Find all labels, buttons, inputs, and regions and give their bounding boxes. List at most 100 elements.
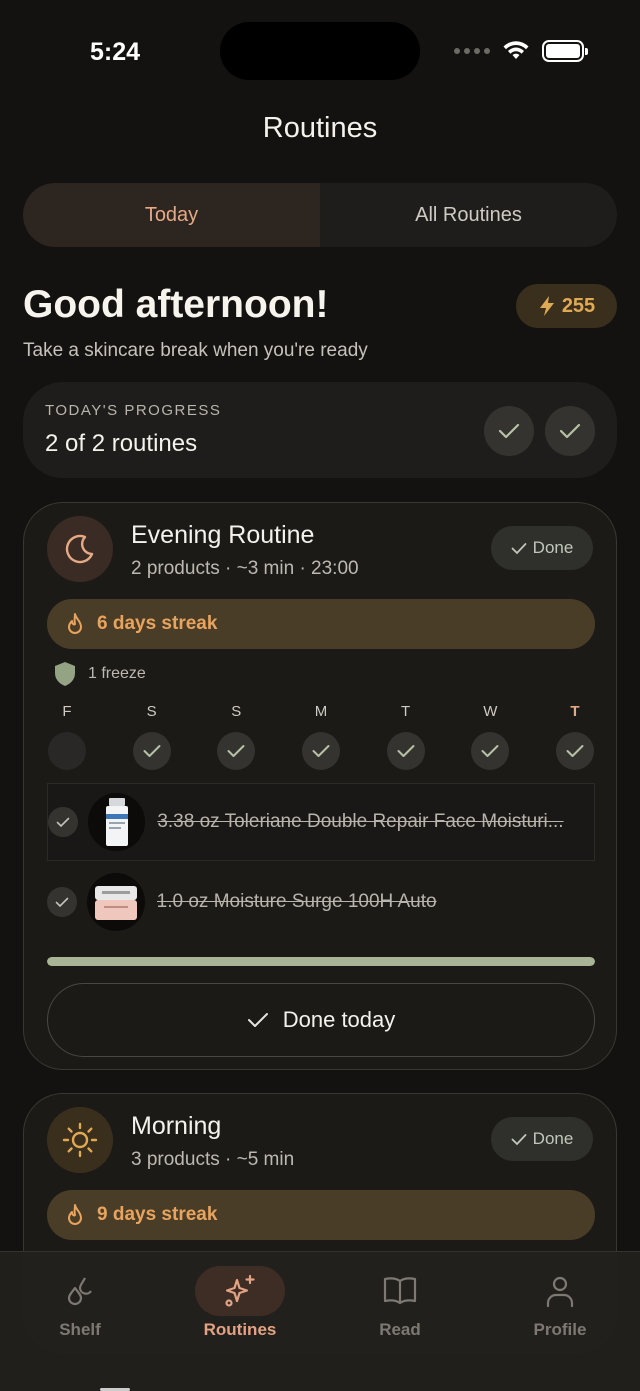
done-badge: Done (491, 1117, 593, 1161)
check-icon (511, 1133, 527, 1145)
sparkles-icon (195, 1266, 285, 1316)
tab-shelf[interactable]: Shelf (0, 1252, 160, 1391)
week-day: T (555, 703, 595, 770)
routine-title: Evening Routine (131, 521, 315, 549)
check-icon (559, 423, 581, 439)
dynamic-island (220, 22, 420, 80)
person-icon (515, 1266, 605, 1316)
points-value: 255 (561, 294, 596, 317)
week-tracker: FSSMTWT (47, 703, 595, 770)
moon-icon (47, 516, 113, 582)
tab-label: Profile (533, 1320, 587, 1339)
done-badge-label: Done (532, 1129, 574, 1148)
check-icon (247, 1013, 268, 1027)
check-icon (511, 542, 527, 554)
check-icon (566, 745, 584, 757)
progress-check-1 (484, 406, 534, 456)
evening-routine-card[interactable]: Evening Routine 2 products · ~3 min · 23… (23, 502, 617, 1070)
tab-all-routines[interactable]: All Routines (320, 183, 617, 247)
segmented-control: Today All Routines (23, 183, 617, 247)
check-icon (498, 423, 520, 439)
week-day-check (132, 732, 171, 770)
week-day-label: T (570, 703, 580, 720)
done-today-label: Done today (282, 1007, 396, 1032)
routine-meta: 2 products · ~3 min · 23:00 (131, 558, 359, 579)
greeting-subtitle: Take a skincare break when you're ready (23, 340, 368, 361)
product-name: 3.38 oz Toleriane Double Repair Face Moi… (157, 811, 564, 832)
check-icon (397, 745, 415, 757)
week-day-label: S (146, 703, 157, 720)
streak-label: 6 days streak (97, 613, 218, 634)
product-image-toleriane (87, 793, 146, 851)
routine-title: Morning (131, 1112, 222, 1140)
week-day-check (217, 732, 256, 770)
product-name: 1.0 oz Moisture Surge 100H Auto (156, 891, 437, 912)
wifi-icon (503, 41, 529, 59)
week-day: W (470, 703, 510, 770)
progress-label: TODAY'S PROGRESS (45, 402, 222, 419)
freeze-info: 1 freeze (54, 661, 146, 687)
week-day-label: M (314, 703, 328, 720)
status-icons (454, 40, 588, 62)
tab-routines[interactable]: Routines (160, 1252, 320, 1391)
drops-icon (35, 1266, 125, 1316)
tab-label: Read (379, 1320, 421, 1339)
week-day-check (301, 732, 340, 770)
week-day-label: F (62, 703, 72, 720)
routine-progress-bar (47, 957, 595, 966)
week-day: S (132, 703, 172, 770)
week-day: F (47, 703, 87, 770)
freeze-label: 1 freeze (88, 665, 146, 682)
streak-banner: 6 days streak (47, 599, 595, 649)
tab-label: Routines (203, 1320, 277, 1339)
product-checkbox[interactable] (48, 807, 78, 837)
check-icon (227, 745, 245, 757)
done-today-button[interactable]: Done today (47, 983, 595, 1057)
book-icon (355, 1266, 445, 1316)
done-badge: Done (491, 526, 593, 570)
week-day-check (471, 732, 510, 770)
shield-icon (55, 662, 75, 686)
tab-read[interactable]: Read (320, 1252, 480, 1391)
product-row[interactable]: 3.38 oz Toleriane Double Repair Face Moi… (47, 783, 595, 861)
tab-bar: Shelf Routines Read Profile (0, 1251, 640, 1391)
signal-icon (454, 48, 490, 54)
check-icon (56, 817, 70, 827)
week-day-empty (48, 732, 86, 770)
product-row[interactable]: 1.0 oz Moisture Surge 100H Auto (47, 863, 595, 941)
streak-banner: 9 days streak (47, 1190, 595, 1240)
status-bar: 5:24 (0, 0, 640, 100)
routine-meta: 3 products · ~5 min (131, 1149, 295, 1170)
week-day-check (555, 732, 594, 770)
check-icon (143, 745, 161, 757)
points-badge[interactable]: 255 (516, 284, 617, 328)
week-day: S (216, 703, 256, 770)
done-badge-label: Done (532, 538, 574, 557)
check-icon (312, 745, 330, 757)
product-image-moisture-surge (86, 873, 145, 931)
week-day-label: T (401, 703, 411, 720)
sun-icon (47, 1107, 113, 1173)
status-time: 5:24 (90, 38, 141, 66)
check-icon (55, 897, 69, 907)
routine-progress-fill (47, 957, 595, 966)
tab-profile[interactable]: Profile (480, 1252, 640, 1391)
page-title: Routines (262, 112, 378, 144)
flame-icon (68, 1204, 82, 1225)
week-day-label: S (231, 703, 242, 720)
week-day-label: W (483, 703, 498, 720)
check-icon (481, 745, 499, 757)
flame-icon (68, 613, 82, 634)
tab-label: Shelf (59, 1320, 101, 1339)
streak-label: 9 days streak (97, 1204, 218, 1225)
week-day-check (386, 732, 425, 770)
battery-icon (542, 40, 588, 62)
week-day: M (301, 703, 341, 770)
product-checkbox[interactable] (47, 887, 77, 917)
tab-today[interactable]: Today (23, 183, 320, 247)
bolt-icon (539, 296, 554, 316)
progress-card: TODAY'S PROGRESS 2 of 2 routines (23, 382, 617, 478)
greeting-title: Good afternoon! (23, 283, 329, 326)
week-day: T (386, 703, 426, 770)
progress-value: 2 of 2 routines (45, 430, 198, 457)
